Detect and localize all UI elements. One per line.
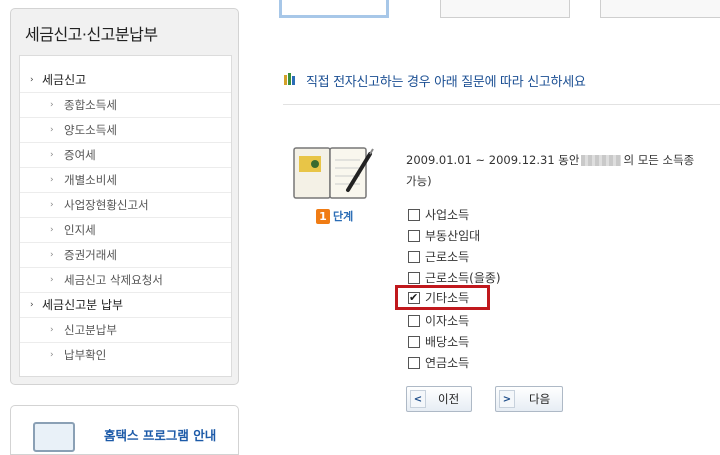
- arrow-bullet-icon: ›: [50, 125, 54, 135]
- next-button[interactable]: > 다음: [495, 386, 563, 412]
- program-guide-link[interactable]: 홈택스 프로그램 안내: [104, 425, 216, 444]
- checkbox[interactable]: [408, 209, 420, 221]
- prev-button[interactable]: < 이전: [406, 386, 472, 412]
- arrow-bullet-icon: ›: [30, 75, 34, 85]
- checkbox[interactable]: [408, 315, 420, 327]
- arrow-bullet-icon: ›: [50, 250, 54, 260]
- monitor-icon: [33, 422, 75, 452]
- highlight-box: [395, 285, 490, 310]
- sidebar-item-securities-tax[interactable]: › 증권거래세: [20, 243, 231, 268]
- notebook-pen-icon: [293, 147, 374, 199]
- masked-name: [581, 155, 622, 166]
- sidebar: 세금신고·신고분납부 › 세금신고 › 종합소득세 › 양도소득세 › 증여세 …: [10, 8, 239, 385]
- question-text: 2009.01.01 ~ 2009.12.31 동안 의 모든 소득종 가능): [406, 153, 695, 188]
- step-tab-3[interactable]: [600, 0, 720, 18]
- sidebar-item-tax-filing[interactable]: › 세금신고: [20, 68, 231, 93]
- step-number-badge: 1: [316, 209, 330, 224]
- sidebar-item-income-tax[interactable]: › 종합소득세: [20, 93, 231, 118]
- arrow-bullet-icon: ›: [50, 200, 54, 210]
- checkbox[interactable]: [408, 251, 420, 263]
- checkbox[interactable]: [408, 357, 420, 369]
- chevron-right-icon: >: [499, 390, 515, 408]
- sidebar-item-consumption-tax[interactable]: › 개별소비세: [20, 168, 231, 193]
- sidebar-item-transfer-tax[interactable]: › 양도소득세: [20, 118, 231, 143]
- arrow-bullet-icon: ›: [50, 225, 54, 235]
- sidebar-item-delete-request[interactable]: › 세금신고 삭제요청서: [20, 268, 231, 293]
- page-heading: 직접 전자신고하는 경우 아래 질문에 따라 신고하세요: [306, 75, 586, 90]
- step-text: 단계: [333, 210, 354, 223]
- sidebar-item-filed-payment[interactable]: › 신고분납부: [20, 318, 231, 343]
- arrow-bullet-icon: ›: [50, 150, 54, 160]
- program-guide-box[interactable]: 홈택스 프로그램 안내: [10, 405, 239, 455]
- chevron-left-icon: <: [410, 390, 426, 408]
- arrow-bullet-icon: ›: [30, 300, 34, 310]
- arrow-bullet-icon: ›: [50, 275, 54, 285]
- sidebar-item-business-report[interactable]: › 사업장현황신고서: [20, 193, 231, 218]
- checkbox[interactable]: [408, 272, 420, 284]
- checkbox[interactable]: [408, 230, 420, 242]
- checkbox[interactable]: [408, 336, 420, 348]
- step-indicator: 1 단계: [316, 208, 353, 224]
- books-icon: [284, 73, 295, 85]
- arrow-bullet-icon: ›: [50, 350, 54, 360]
- sidebar-item-stamp-tax[interactable]: › 인지세: [20, 218, 231, 243]
- sidebar-item-tax-payment[interactable]: › 세금신고분 납부: [20, 293, 231, 318]
- divider: [283, 104, 720, 105]
- step-tab-2[interactable]: [440, 0, 570, 18]
- sidebar-menu: › 세금신고 › 종합소득세 › 양도소득세 › 증여세 › 개별소비세 › 사…: [19, 55, 232, 377]
- arrow-bullet-icon: ›: [50, 325, 54, 335]
- sidebar-title: 세금신고·신고분납부: [25, 25, 158, 44]
- step-tab-1[interactable]: [279, 0, 389, 18]
- sidebar-item-gift-tax[interactable]: › 증여세: [20, 143, 231, 168]
- arrow-bullet-icon: ›: [50, 175, 54, 185]
- sidebar-item-payment-check[interactable]: › 납부확인: [20, 343, 231, 368]
- arrow-bullet-icon: ›: [50, 100, 54, 110]
